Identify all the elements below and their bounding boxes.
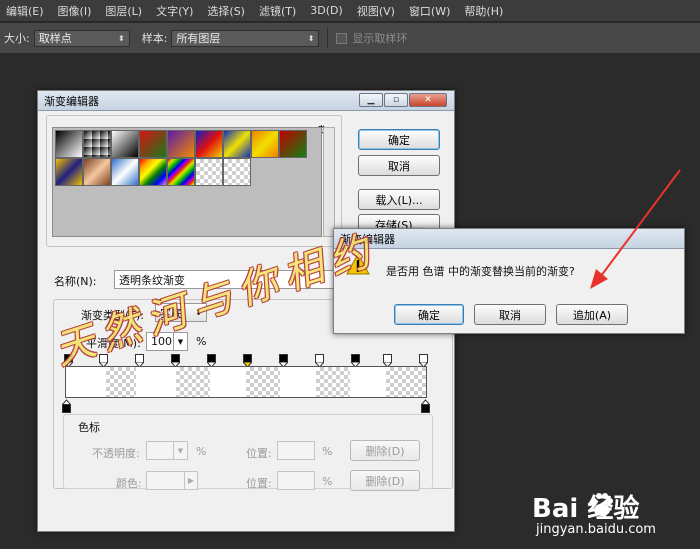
- load-button[interactable]: 载入(L)...: [358, 189, 440, 210]
- opacity-percent: %: [196, 445, 207, 458]
- size-label: 大小:: [4, 32, 30, 45]
- maximize-icon: ▫: [392, 95, 400, 105]
- brand-logo-text: Bai 经验: [532, 494, 640, 524]
- transparent-band: [106, 367, 136, 397]
- smoothness-percent: %: [196, 335, 207, 348]
- color-stop-black[interactable]: [62, 399, 71, 413]
- preset-swatch[interactable]: [223, 130, 251, 158]
- sample-select-value: 所有图层: [176, 32, 221, 45]
- preset-swatch[interactable]: [83, 130, 111, 158]
- color-position-percent: %: [322, 475, 333, 488]
- sample-select[interactable]: 所有图层 ⬍: [171, 29, 320, 47]
- transparent-band: [316, 367, 350, 397]
- minimize-icon: ▁: [367, 95, 375, 105]
- ok-button[interactable]: 确定: [358, 129, 440, 150]
- color-position-label: 位置:: [246, 477, 272, 490]
- opacity-dropdown[interactable]: ▼: [173, 441, 188, 460]
- gradient-type-label: 渐变类型(T):: [78, 307, 148, 323]
- confirm-ok-button[interactable]: 确定: [394, 304, 464, 325]
- color-stop-black[interactable]: [421, 399, 430, 413]
- updown-icon: ⬍: [195, 308, 202, 317]
- menu-window[interactable]: 窗口(W): [403, 3, 458, 19]
- gradient-type-select[interactable]: 实底 ⬍: [155, 303, 207, 322]
- delete-color-stop-button[interactable]: 删除(D): [350, 470, 420, 491]
- menu-view[interactable]: 视图(V): [351, 3, 403, 19]
- menu-layer[interactable]: 图层(L): [99, 3, 150, 19]
- color-menu-button[interactable]: ▶: [184, 471, 198, 490]
- preset-swatch[interactable]: [251, 130, 279, 158]
- preset-swatch[interactable]: [139, 158, 167, 186]
- size-select-value: 取样点: [38, 32, 72, 45]
- chevron-down-icon: ▼: [177, 446, 184, 455]
- name-input[interactable]: 透明条纹渐变: [114, 270, 344, 289]
- minimize-button[interactable]: ▁: [359, 93, 383, 107]
- size-select[interactable]: 取样点 ⬍: [33, 29, 130, 47]
- preset-swatch[interactable]: [83, 158, 111, 186]
- stops-label: 色标: [75, 419, 103, 435]
- delete-opacity-stop-button[interactable]: 删除(D): [350, 440, 420, 461]
- preset-swatch-grid: [52, 127, 322, 237]
- opacity-position-label: 位置:: [246, 447, 272, 460]
- preset-swatch[interactable]: [55, 158, 83, 186]
- paw-icon: [591, 493, 613, 516]
- name-label: 名称(N):: [54, 275, 97, 288]
- preset-swatch[interactable]: [139, 130, 167, 158]
- divider: [327, 28, 329, 48]
- menu-help[interactable]: 帮助(H): [458, 3, 511, 19]
- menu-bar: 编辑(E) 图像(I) 图层(L) 文字(Y) 选择(S) 滤镜(T) 3D(D…: [0, 0, 700, 22]
- window-title: 渐变编辑器: [44, 94, 99, 108]
- append-button[interactable]: 追加(A): [556, 304, 628, 325]
- preset-swatch[interactable]: [111, 130, 139, 158]
- menu-filter[interactable]: 滤镜(T): [253, 3, 304, 19]
- preset-scrollbar[interactable]: [323, 127, 335, 237]
- preset-swatch[interactable]: [55, 130, 83, 158]
- preset-swatch[interactable]: [279, 130, 307, 158]
- smoothness-dropdown[interactable]: ▼: [173, 332, 188, 351]
- gradient-editor-titlebar: 渐变编辑器 ▁ ▫ ✕: [38, 91, 454, 111]
- chevron-down-icon: ▼: [177, 337, 184, 346]
- menu-select[interactable]: 选择(S): [201, 3, 253, 19]
- sample-label: 样本:: [141, 32, 168, 45]
- confirm-cancel-button[interactable]: 取消: [474, 304, 546, 325]
- cancel-button[interactable]: 取消: [358, 155, 440, 176]
- opacity-label: 不透明度:: [92, 447, 140, 460]
- warning-icon: [346, 252, 370, 278]
- opacity-position-percent: %: [322, 445, 333, 458]
- gradient-type-value: 实底: [160, 306, 182, 320]
- transparent-band: [246, 367, 280, 397]
- preset-swatch[interactable]: [195, 130, 223, 158]
- chevron-right-icon: ▶: [187, 476, 195, 485]
- updown-icon: ⬍: [118, 33, 125, 43]
- color-swatch[interactable]: [146, 471, 188, 490]
- preset-swatch[interactable]: [167, 130, 195, 158]
- preset-swatch[interactable]: [111, 158, 139, 186]
- smoothness-label: 平滑度(M):: [86, 337, 141, 350]
- close-icon: ✕: [424, 95, 432, 105]
- maximize-button[interactable]: ▫: [384, 93, 408, 107]
- annotation-arrow: [590, 169, 681, 289]
- menu-type[interactable]: 文字(Y): [150, 3, 201, 19]
- color-position-input[interactable]: [277, 471, 315, 490]
- preset-swatch[interactable]: [195, 158, 223, 186]
- updown-icon: ⬍: [307, 33, 315, 43]
- transparent-band: [386, 367, 426, 397]
- close-button[interactable]: ✕: [409, 93, 447, 107]
- confirm-dialog-title: 渐变编辑器: [340, 232, 395, 246]
- color-label: 颜色:: [116, 477, 142, 490]
- confirm-message: 是否用 色谱 中的渐变替换当前的渐变?: [386, 265, 575, 278]
- preset-swatch[interactable]: [223, 158, 251, 186]
- menu-image[interactable]: 图像(I): [52, 3, 100, 19]
- menu-3d[interactable]: 3D(D): [304, 4, 351, 17]
- transparent-band: [176, 367, 210, 397]
- show-ring-label: 显示取样环: [352, 32, 408, 45]
- menu-edit[interactable]: 编辑(E): [0, 3, 52, 19]
- options-bar: 大小: 取样点 ⬍ 样本: 所有图层 ⬍ 显示取样环: [0, 23, 700, 54]
- baidu-jingyan-logo: Bai 经验 jingyan.baidu.com: [532, 488, 700, 546]
- gradient-preview-bar[interactable]: [65, 366, 427, 398]
- preset-swatch[interactable]: [167, 158, 195, 186]
- brand-url: jingyan.baidu.com: [536, 522, 656, 537]
- opacity-position-input[interactable]: [277, 441, 315, 460]
- show-ring-checkbox[interactable]: [336, 32, 348, 44]
